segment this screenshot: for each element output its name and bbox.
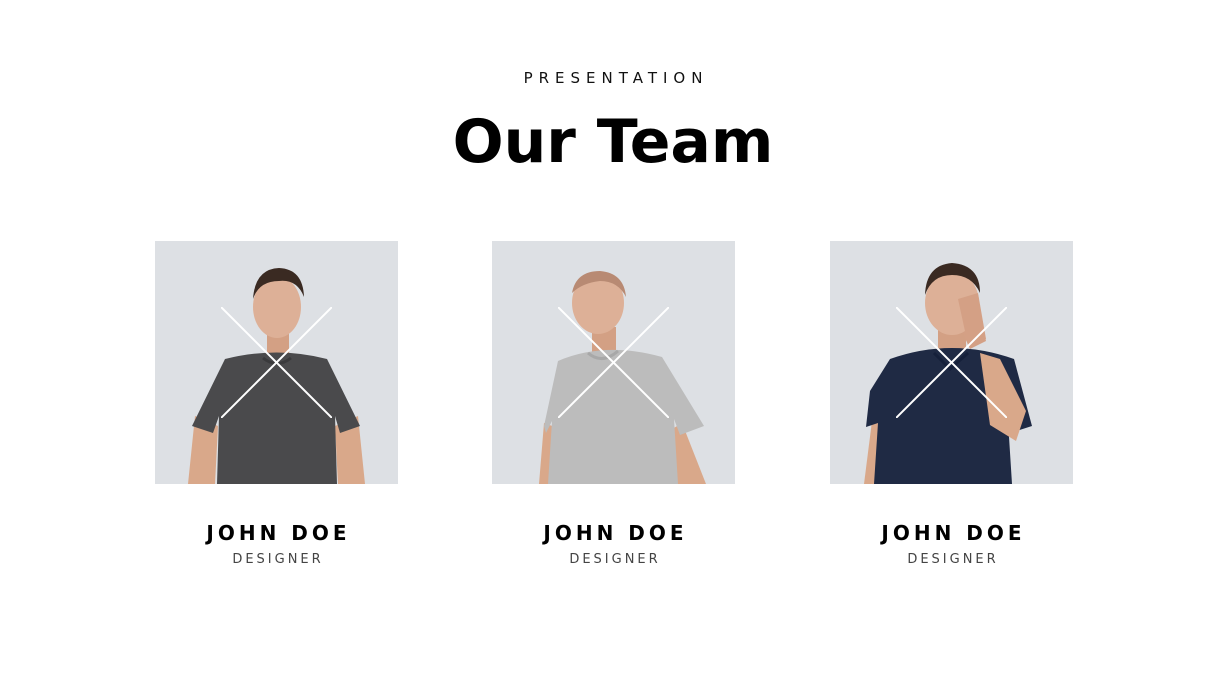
team-member-role: DESIGNER (569, 552, 661, 567)
team-member-role: DESIGNER (907, 552, 999, 567)
team-member-photo (830, 241, 1073, 484)
team-member-name: JOHN DOE (881, 521, 1026, 545)
placeholder-x-icon (558, 307, 669, 418)
team-member-photo (492, 241, 735, 484)
team-member-role: DESIGNER (232, 552, 324, 567)
team-member-name: JOHN DOE (206, 521, 351, 545)
team-slide: PRESENTATION Our Team JOHN DOE DESIGNER … (0, 0, 1226, 690)
placeholder-x-icon (896, 307, 1007, 418)
team-member-photo (155, 241, 398, 484)
section-eyebrow: PRESENTATION (523, 69, 709, 87)
page-title: Our Team (452, 107, 774, 177)
team-member-card: JOHN DOE DESIGNER (830, 241, 1073, 567)
team-member-card: JOHN DOE DESIGNER (492, 241, 735, 567)
placeholder-x-icon (221, 307, 332, 418)
team-member-card: JOHN DOE DESIGNER (155, 241, 398, 567)
team-member-name: JOHN DOE (543, 521, 688, 545)
